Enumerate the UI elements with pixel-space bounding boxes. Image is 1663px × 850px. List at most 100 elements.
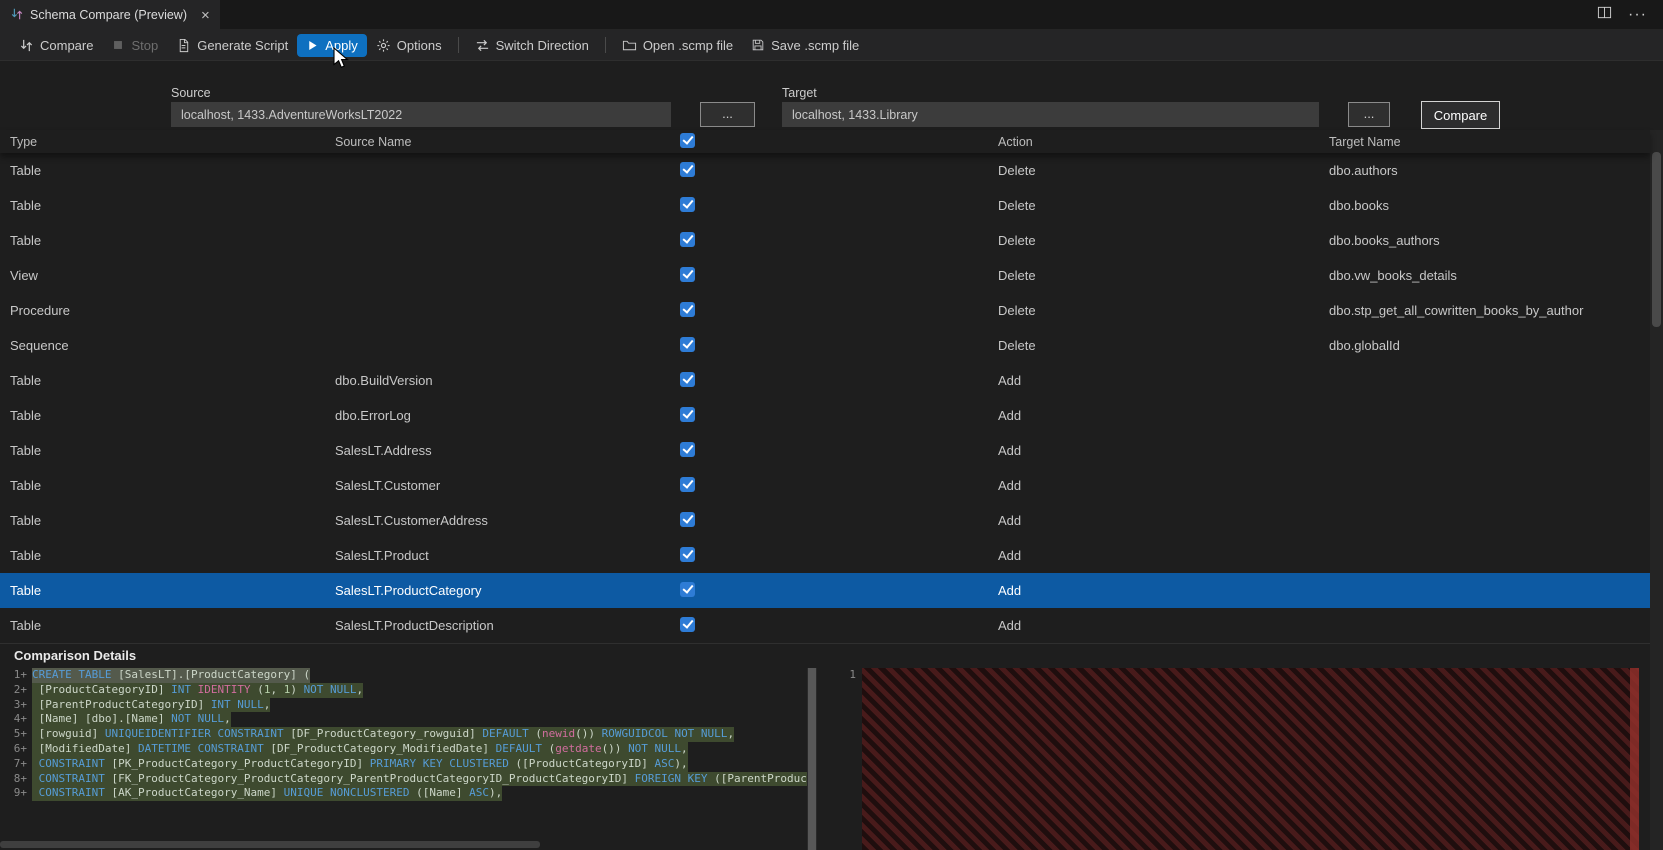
toolbar-open-scmp-button[interactable]: Open .scmp file bbox=[613, 34, 742, 57]
row-checkbox[interactable] bbox=[680, 231, 695, 247]
toolbar-generate-script-button[interactable]: Generate Script bbox=[167, 34, 297, 57]
table-row[interactable]: Table SalesLT.ProductDescription Add bbox=[0, 608, 1650, 643]
row-source-name: SalesLT.Product bbox=[335, 548, 429, 563]
more-actions-icon[interactable]: ··· bbox=[1628, 6, 1647, 24]
table-row[interactable]: View Delete dbo.vw_books_details bbox=[0, 258, 1650, 293]
row-checkbox[interactable] bbox=[680, 371, 695, 387]
row-action: Add bbox=[998, 513, 1022, 528]
row-checkbox-cell bbox=[680, 616, 998, 635]
table-row[interactable]: Table SalesLT.Address Add bbox=[0, 433, 1650, 468]
row-checkbox-cell bbox=[680, 231, 998, 250]
line-number-gutter: 2+ bbox=[13, 682, 27, 696]
row-action: Add bbox=[998, 408, 1022, 423]
target-input[interactable] bbox=[782, 102, 1319, 127]
row-action: Add bbox=[998, 478, 1022, 493]
code-line: 1+ CREATE TABLE [SalesLT].[ProductCategor… bbox=[0, 668, 817, 683]
scrollbar-thumb[interactable] bbox=[1652, 152, 1661, 327]
code-line: 4+ [Name] [dbo].[Name] NOT NULL, bbox=[0, 712, 817, 728]
row-type: Table bbox=[10, 618, 42, 633]
row-target-name: dbo.books bbox=[1329, 198, 1389, 213]
row-checkbox-cell bbox=[680, 301, 998, 320]
toolbar-stop-label: Stop bbox=[131, 37, 159, 53]
tab-schema-compare[interactable]: Schema Compare (Preview) × bbox=[0, 0, 220, 30]
row-checkbox-cell bbox=[680, 546, 998, 565]
script-icon bbox=[176, 38, 191, 53]
diff-grid: Table Delete dbo.authors Table Delete dbo.boo… bbox=[0, 153, 1650, 643]
compare-button[interactable]: Compare bbox=[1421, 101, 1500, 129]
toolbar-switch-direction-button[interactable]: Switch Direction bbox=[466, 34, 598, 57]
table-row[interactable]: Table SalesLT.ProductCategory Add bbox=[0, 573, 1650, 608]
row-checkbox[interactable] bbox=[680, 196, 695, 212]
row-checkbox[interactable] bbox=[680, 511, 695, 527]
left-editor-hscrollbar[interactable] bbox=[0, 841, 540, 848]
line-number-gutter: 7+ bbox=[13, 756, 27, 770]
comparison-details-title: Comparison Details bbox=[14, 648, 137, 663]
row-type: Table bbox=[10, 583, 42, 598]
line-number-gutter: 3+ bbox=[13, 697, 27, 711]
row-action: Delete bbox=[998, 303, 1036, 318]
row-checkbox[interactable] bbox=[680, 161, 695, 177]
row-action: Delete bbox=[998, 268, 1036, 283]
table-row[interactable]: Table Delete dbo.books bbox=[0, 188, 1650, 223]
code-line-text: CONSTRAINT [FK_ProductCategory_ProductCa… bbox=[32, 771, 817, 787]
column-header-type[interactable]: Type bbox=[0, 135, 335, 149]
row-source-name: dbo.ErrorLog bbox=[335, 408, 411, 423]
toolbar-apply-label: Apply bbox=[325, 37, 358, 53]
table-row[interactable]: Table SalesLT.Customer Add bbox=[0, 468, 1650, 503]
code-line: 5+ [rowguid] UNIQUEIDENTIFIER CONSTRAINT… bbox=[0, 727, 817, 742]
column-header-source-name[interactable]: Source Name bbox=[335, 135, 680, 149]
table-row[interactable]: Procedure Delete dbo.stp_get_all_cowritten… bbox=[0, 293, 1650, 328]
code-line-text: [rowguid] UNIQUEIDENTIFIER CONSTRAINT [D… bbox=[32, 727, 735, 742]
column-header-target-name[interactable]: Target Name bbox=[1329, 135, 1650, 149]
row-checkbox[interactable] bbox=[680, 581, 695, 597]
code-line: 3+ [ParentProductCategoryID] INT NULL, bbox=[0, 697, 817, 713]
row-type: Table bbox=[10, 548, 42, 563]
toolbar-compare-button[interactable]: Compare bbox=[10, 34, 102, 57]
row-checkbox[interactable] bbox=[680, 301, 695, 317]
toolbar-options-button[interactable]: Options bbox=[367, 34, 451, 57]
table-row[interactable]: Table dbo.ErrorLog Add bbox=[0, 398, 1650, 433]
row-type: Table bbox=[10, 513, 42, 528]
row-type: View bbox=[10, 268, 38, 283]
row-checkbox[interactable] bbox=[680, 476, 695, 492]
switch-icon bbox=[475, 38, 490, 53]
row-checkbox[interactable] bbox=[680, 441, 695, 457]
toolbar-apply-button[interactable]: Apply bbox=[297, 33, 367, 57]
table-row[interactable]: Table Delete dbo.authors bbox=[0, 153, 1650, 188]
left-editor-scrollbar[interactable] bbox=[807, 668, 817, 850]
row-type: Table bbox=[10, 373, 42, 388]
row-checkbox[interactable] bbox=[680, 406, 695, 422]
row-checkbox[interactable] bbox=[680, 616, 695, 632]
close-icon[interactable]: × bbox=[201, 8, 210, 23]
row-checkbox[interactable] bbox=[680, 336, 695, 352]
select-all-checkbox[interactable] bbox=[680, 132, 695, 148]
row-checkbox[interactable] bbox=[680, 546, 695, 562]
target-browse-button[interactable]: ... bbox=[1348, 102, 1390, 127]
open-file-icon bbox=[622, 38, 637, 53]
code-line-text: CREATE TABLE [SalesLT].[ProductCategory]… bbox=[32, 668, 311, 683]
source-diff-editor[interactable]: 1+ CREATE TABLE [SalesLT].[ProductCategor… bbox=[0, 668, 817, 850]
toolbar-save-scmp-button[interactable]: Save .scmp file bbox=[742, 34, 868, 57]
table-row[interactable]: Table Delete dbo.books_authors bbox=[0, 223, 1650, 258]
toolbar-options-label: Options bbox=[396, 37, 442, 53]
main-vertical-scrollbar[interactable] bbox=[1650, 130, 1663, 850]
source-browse-button[interactable]: ... bbox=[700, 102, 755, 127]
column-header-action[interactable]: Action bbox=[998, 135, 1329, 149]
row-type: Table bbox=[10, 198, 42, 213]
split-editor-icon[interactable] bbox=[1597, 5, 1612, 25]
line-number-gutter: 9+ bbox=[13, 786, 27, 800]
row-source-name: SalesLT.Customer bbox=[335, 478, 441, 493]
table-row[interactable]: Table SalesLT.Product Add bbox=[0, 538, 1650, 573]
source-input[interactable] bbox=[171, 102, 671, 127]
row-type: Table bbox=[10, 478, 42, 493]
row-source-name: SalesLT.ProductDescription bbox=[335, 618, 494, 633]
target-diff-editor[interactable]: 1 bbox=[838, 668, 1639, 850]
table-row[interactable]: Sequence Delete dbo.globalId bbox=[0, 328, 1650, 363]
row-type: Procedure bbox=[10, 303, 70, 318]
schema-compare-icon bbox=[10, 7, 24, 24]
table-row[interactable]: Table SalesLT.CustomerAddress Add bbox=[0, 503, 1650, 538]
table-row[interactable]: Table dbo.BuildVersion Add bbox=[0, 363, 1650, 398]
row-action: Add bbox=[998, 548, 1022, 563]
row-checkbox[interactable] bbox=[680, 266, 695, 282]
toolbar-generate-script-label: Generate Script bbox=[197, 37, 289, 53]
